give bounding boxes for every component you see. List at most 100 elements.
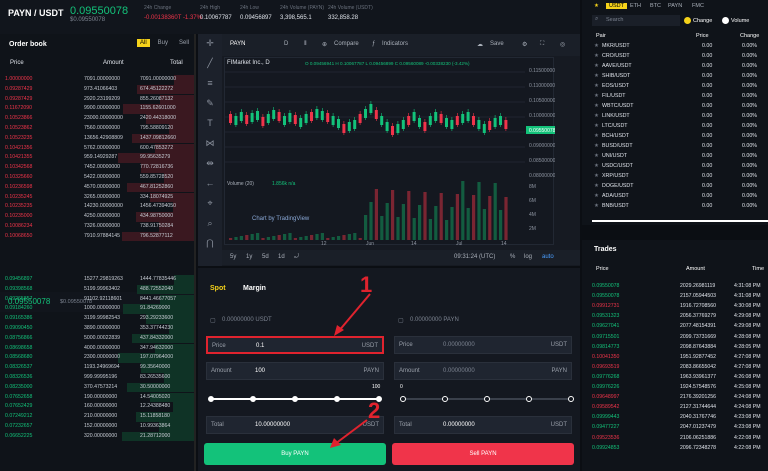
- bid-row[interactable]: 0.07232657 152.00000000 10.99363864: [0, 422, 194, 432]
- market-row[interactable]: ★ BNB/USDT 0.00 0.00%: [582, 202, 768, 212]
- ask-row[interactable]: 0.10068650 7910.97884145 796.52877112: [0, 231, 194, 242]
- range-5y[interactable]: 5y: [230, 254, 236, 260]
- star-icon[interactable]: ★: [594, 173, 599, 179]
- compare-button[interactable]: Compare: [334, 41, 359, 47]
- star-icon[interactable]: ★: [594, 133, 599, 139]
- market-tab-eth[interactable]: ETH: [630, 3, 641, 9]
- buy-price-value[interactable]: 0.1: [256, 343, 264, 349]
- market-search[interactable]: ⌕ Search: [592, 15, 680, 26]
- market-row[interactable]: ★ USDC/USDT 0.00 0.00%: [582, 162, 768, 172]
- brush-icon[interactable]: ✎: [204, 98, 216, 110]
- ask-row[interactable]: 0.10523866 23000.00000000 2420.44318000: [0, 114, 194, 124]
- bid-row[interactable]: 0.09090450 3890.00000000 353.37744230: [0, 324, 194, 334]
- star-icon[interactable]: ★: [594, 193, 599, 199]
- bid-row[interactable]: 0.09184260 1000.00000000 91.84269000: [0, 304, 194, 314]
- bid-row[interactable]: 0.09165386 3199.99982543 293.29233600: [0, 314, 194, 324]
- slider-step[interactable]: [208, 396, 214, 402]
- candle-style-icon[interactable]: ⫴: [304, 41, 307, 48]
- sell-amount-field[interactable]: Amount 0.00000000 PAYN: [394, 362, 572, 380]
- market-row[interactable]: ★ CRO/USDT 0.00 0.00%: [582, 52, 768, 62]
- magnet-icon[interactable]: ⋂: [204, 238, 216, 250]
- slider-step[interactable]: [568, 396, 574, 402]
- sell-price-value[interactable]: 0.00000000: [443, 342, 475, 348]
- market-row[interactable]: ★ BCH/USDT 0.00 0.00%: [582, 132, 768, 142]
- chart-symbol[interactable]: PAYN: [230, 41, 245, 47]
- slider-step[interactable]: [484, 396, 490, 402]
- ask-row[interactable]: 0.10421356 5762.00000000 600.47853272: [0, 143, 194, 154]
- ask-row[interactable]: 0.10236598 4570.00000000 467.81252860: [0, 182, 194, 193]
- market-row[interactable]: ★ DOGE/USDT 0.00 0.00%: [582, 182, 768, 192]
- bid-row[interactable]: 0.08326536 999.99995196 83.26535600: [0, 373, 194, 383]
- bid-row[interactable]: 0.08756866 5000.00022839 437.84332000: [0, 333, 194, 344]
- market-row[interactable]: ★ WBTC/USDT 0.00 0.00%: [582, 102, 768, 112]
- star-icon[interactable]: ★: [594, 163, 599, 169]
- buy-amount-value[interactable]: 100: [255, 368, 265, 374]
- slider-step[interactable]: [292, 396, 298, 402]
- filter-sell[interactable]: Sell: [176, 39, 192, 47]
- slider-step[interactable]: [442, 396, 448, 402]
- ask-row[interactable]: 0.10342568 7452.00000000 770.72816736: [0, 163, 194, 173]
- market-row[interactable]: ★ EOS/USDT 0.00 0.00%: [582, 82, 768, 92]
- bid-row[interactable]: 0.08698658 4000.00000000 347.94632000: [0, 343, 194, 354]
- bid-row[interactable]: 0.07652429 160.00000000 12.24388480: [0, 402, 194, 412]
- bid-row[interactable]: 0.09265857 91102.92118601 8441.46677057: [0, 294, 194, 305]
- tradingview-branding[interactable]: Chart by TradingView: [252, 216, 309, 222]
- bid-row[interactable]: 0.08235000 370.47573214 30.50000000: [0, 382, 194, 393]
- auto-toggle[interactable]: auto: [542, 254, 554, 260]
- fib-icon[interactable]: ≡: [204, 78, 216, 90]
- bid-row[interactable]: 0.07652658 190.00000000 14.54005020: [0, 392, 194, 403]
- market-tab-payn[interactable]: PAYN: [668, 3, 682, 9]
- slider-step[interactable]: [334, 396, 340, 402]
- market-row[interactable]: ★ BUSD/USDT 0.00 0.00%: [582, 142, 768, 152]
- star-icon[interactable]: ★: [594, 43, 599, 49]
- measure-icon[interactable]: ⇹: [204, 158, 216, 170]
- buy-total-value[interactable]: 10.00000000: [255, 422, 290, 428]
- bid-row[interactable]: 0.09398568 5199.99963402 488.72552040: [0, 284, 194, 295]
- bid-row[interactable]: 0.08326537 1193.24969694 99.35640000: [0, 363, 194, 373]
- sell-total-field[interactable]: Total 0.00000000 USDT: [394, 416, 572, 434]
- filter-buy[interactable]: Buy: [155, 39, 171, 47]
- text-icon[interactable]: T: [204, 118, 216, 130]
- utc-clock[interactable]: 09:31:24 (UTC): [454, 254, 495, 260]
- star-icon[interactable]: ★: [594, 153, 599, 159]
- range-1d[interactable]: 1d: [278, 254, 285, 260]
- ask-row[interactable]: 0.09287429 2920.23199209 855.26087132: [0, 94, 194, 105]
- bid-row[interactable]: 0.09456897 15277.29819263 1444.77835446: [0, 275, 194, 285]
- market-row[interactable]: ★ FIL/USDT 0.00 0.00%: [582, 92, 768, 102]
- resolution-button[interactable]: D: [284, 41, 288, 47]
- tab-spot[interactable]: Spot: [210, 285, 226, 292]
- star-icon[interactable]: ★: [594, 83, 599, 89]
- market-tab-fmc[interactable]: FMC: [692, 3, 704, 9]
- range-1y[interactable]: 1y: [246, 254, 252, 260]
- star-icon[interactable]: ★: [594, 183, 599, 189]
- star-icon[interactable]: ★: [594, 113, 599, 119]
- range-5d[interactable]: 5d: [262, 254, 269, 260]
- bid-row[interactable]: 0.06652225 320.00000000 21.28712000: [0, 431, 194, 442]
- volume-radio[interactable]: [722, 17, 729, 24]
- ask-row[interactable]: 0.10523862 7560.00000000 795.58809120: [0, 124, 194, 134]
- crosshair-icon[interactable]: ✛: [204, 38, 216, 50]
- trendline-icon[interactable]: ╱: [204, 58, 216, 70]
- filter-all[interactable]: All: [137, 39, 150, 47]
- fullscreen-icon[interactable]: ⛶: [540, 41, 544, 48]
- market-row[interactable]: ★ SHIB/USDT 0.00 0.00%: [582, 72, 768, 82]
- indicators-icon[interactable]: ƒ: [372, 41, 375, 47]
- date-range-icon[interactable]: ⤾: [294, 254, 299, 261]
- buy-price-field[interactable]: Price 0.1 USDT: [206, 336, 384, 354]
- star-icon[interactable]: ★: [594, 203, 599, 209]
- market-tab-usdt[interactable]: USDT: [606, 3, 627, 9]
- ask-row[interactable]: 0.10421355 959.14929287 99.95635279: [0, 153, 194, 163]
- ask-row[interactable]: 0.10235235 14230.00000000 1456.47394050: [0, 202, 194, 212]
- cloud-icon[interactable]: ☁: [477, 41, 483, 48]
- ask-row[interactable]: 0.10325660 5422.00000000 559.85728520: [0, 173, 194, 183]
- star-icon[interactable]: ★: [594, 103, 599, 109]
- bid-row[interactable]: 0.08568680 2300.00000000 197.07964000: [0, 353, 194, 363]
- market-row[interactable]: ★ LTC/USDT 0.00 0.00%: [582, 122, 768, 132]
- percent-toggle[interactable]: %: [510, 254, 515, 260]
- markets-scrollbar[interactable]: [592, 220, 768, 222]
- settings-icon[interactable]: ⚙: [522, 41, 527, 48]
- tab-margin[interactable]: Margin: [243, 285, 266, 292]
- star-icon[interactable]: ★: [594, 3, 599, 9]
- ask-row[interactable]: 0.09287429 973.41066403 674.45122272: [0, 84, 194, 95]
- save-button[interactable]: Save: [490, 41, 504, 47]
